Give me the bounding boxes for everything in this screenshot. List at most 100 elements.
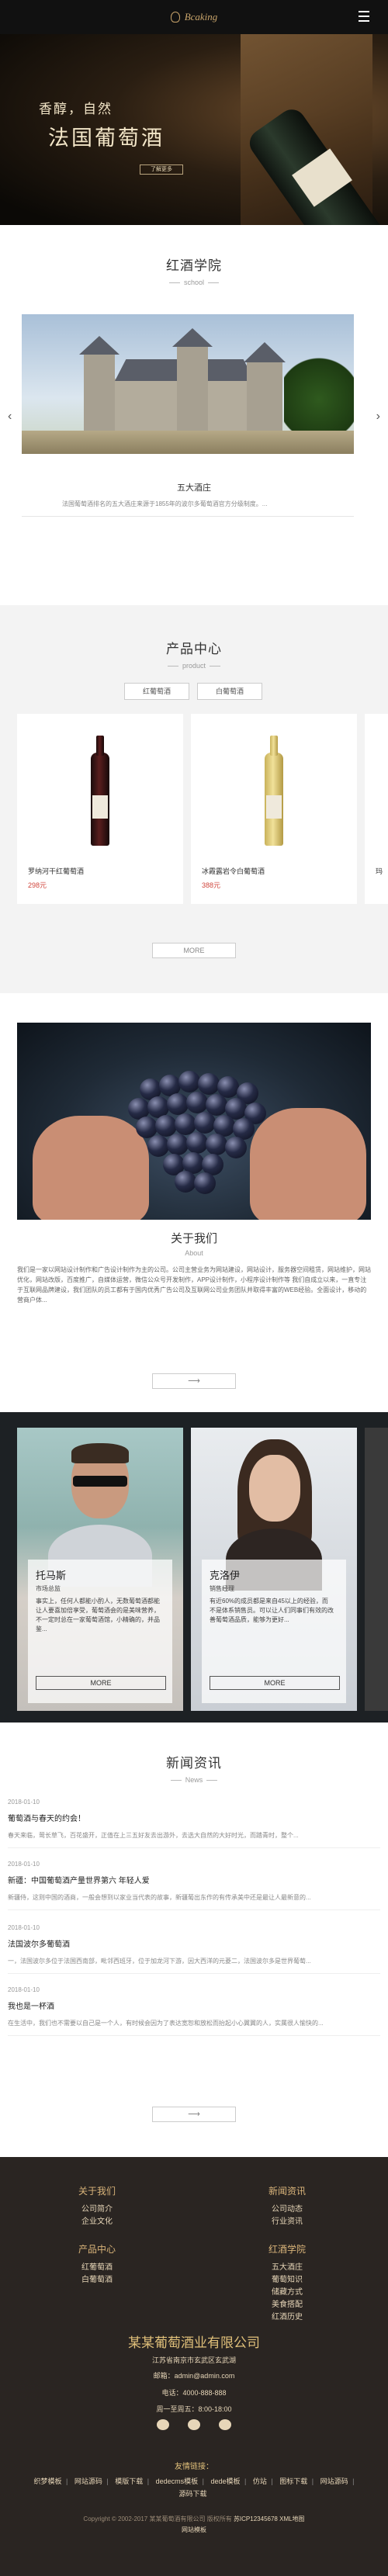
- news-summary: 春天来临，莺长草飞，百花盛开，正值在上三五好友去出游外，去选大自然的大好时光，而…: [8, 1832, 299, 1839]
- school-subtitle: school: [0, 279, 388, 286]
- news-item[interactable]: 2018-01-10 新疆：中国葡萄酒产量世界第六 年轻人爱 新疆侍，这则中国的…: [8, 1861, 380, 1910]
- footer-link[interactable]: 公司动态: [225, 2204, 349, 2216]
- logo[interactable]: Bcaking: [170, 11, 218, 23]
- qq-icon[interactable]: [188, 2419, 200, 2430]
- company-email: 邮箱：admin@admin.com: [153, 2372, 235, 2380]
- grapes-image: [17, 1023, 371, 1220]
- castle-image[interactable]: [22, 314, 354, 454]
- news-summary: 新疆侍，这则中国的酒商，一般会想到以家业当代表的故事，新疆葡出东作的有传承美中还…: [8, 1894, 311, 1901]
- copyright-text: Copyright © 2002-2017 某某葡萄酒有限公司 版权所有: [83, 2515, 232, 2522]
- template-link[interactable]: 网站模板: [182, 2526, 206, 2533]
- school-description: 法国葡萄酒排名的五大酒庄来源于1855年的波尔多葡萄酒官方分级制度。...: [62, 500, 268, 507]
- friend-link[interactable]: 网站源码: [74, 2477, 109, 2485]
- member-more-button[interactable]: MORE: [36, 1676, 166, 1690]
- friend-link[interactable]: 织梦模板: [33, 2477, 68, 2485]
- friend-link[interactable]: dedecms模板: [156, 2477, 204, 2485]
- product-name: 罗纳河干红葡萄酒: [28, 867, 85, 875]
- member-role: 销售经理: [210, 1585, 234, 1592]
- friend-links: 织梦模板 网站源码 模版下载 dedecms模板 dede模板 仿站 图标下载 …: [31, 2475, 357, 2500]
- product-image: [17, 714, 183, 857]
- footer-link[interactable]: 公司简介: [35, 2204, 159, 2216]
- news-title-text[interactable]: 法国波尔多葡萄酒: [8, 1937, 380, 1949]
- hamburger-icon[interactable]: [359, 11, 369, 22]
- top-bar: Bcaking: [0, 0, 388, 34]
- sitemap-link[interactable]: XML地图: [279, 2515, 304, 2522]
- news-title: 新闻资讯: [166, 1756, 222, 1771]
- social-links: [0, 2419, 388, 2430]
- product-price: 298元: [28, 881, 47, 889]
- prev-arrow-icon[interactable]: ‹: [8, 410, 12, 424]
- friend-link[interactable]: 图标下载: [279, 2477, 314, 2485]
- news-summary: 在生活中，我们也不需要以自己是一个人，有时候会因为了表达宽恕和放松而抬起小心翼翼…: [8, 2020, 324, 2027]
- news-item[interactable]: 2018-01-10 葡萄酒与春天的约会！ 春天来临，莺长草飞，百花盛开，正值在…: [8, 1799, 380, 1848]
- news-item[interactable]: 2018-01-10 法国波尔多葡萄酒 一，法国波尔多位于法国西南部，毗邻西班牙…: [8, 1924, 380, 1974]
- hero-title: 法国葡萄酒: [48, 126, 165, 150]
- logo-text: Bcaking: [184, 11, 218, 23]
- about-title: 关于我们: [170, 1232, 217, 1245]
- friend-links-title: 友情链接：: [175, 2463, 213, 2471]
- product-name: 玛: [376, 867, 383, 875]
- footer-link[interactable]: 行业资讯: [225, 2216, 349, 2228]
- team-member-card[interactable]: 托马斯 市场总监 事实上，任何人都能小酌人，无数葡萄酒都能让人要喜加倍享受，葡萄…: [17, 1428, 183, 1711]
- team-member-card[interactable]: 克洛伊 销售经理 有近60%的成员都是来自45以上的经验，而不是体系销售员。可以…: [191, 1428, 357, 1711]
- news-section: 新闻资讯 News 2018-01-10 葡萄酒与春天的约会！ 春天来临，莺长草…: [0, 1723, 388, 2157]
- tab-red-wine[interactable]: 红葡萄酒: [124, 683, 189, 700]
- footer-heading[interactable]: 新闻资讯: [225, 2184, 349, 2197]
- tab-white-wine[interactable]: 白葡萄酒: [197, 683, 262, 700]
- news-summary: 一，法国波尔多位于法国西南部，毗邻西班牙，位于加龙河下游，因大西洋的元菱二，法国…: [8, 1958, 311, 1965]
- company-name: 某某葡萄酒业有限公司: [128, 2335, 260, 2350]
- news-title-text[interactable]: 新疆：中国葡萄酒产量世界第六 年轻人爱: [8, 1874, 380, 1885]
- hero-tagline: 香醇，自然: [39, 102, 113, 116]
- product-image: [191, 714, 357, 857]
- member-name: 托马斯: [36, 1570, 67, 1581]
- product-card[interactable]: 罗纳河干红葡萄酒 298元: [17, 714, 183, 904]
- news-more-arrow-icon[interactable]: ⟶: [152, 2107, 236, 2122]
- news-item[interactable]: 2018-01-10 我也是一杯酒 在生活中，我们也不需要以自己是一个人，有时候…: [8, 1986, 380, 2036]
- footer-heading[interactable]: 产品中心: [35, 2242, 159, 2256]
- friend-link[interactable]: 模版下载: [115, 2477, 149, 2485]
- member-description: 有近60%的成员都是来自45以上的经验，而不是体系销售员。可以让人们同事们有效的…: [210, 1598, 334, 1623]
- company-phone: 电话：4000-888-888: [161, 2389, 227, 2397]
- footer-link[interactable]: 红酒历史: [225, 2311, 349, 2324]
- about-more-arrow-icon[interactable]: ⟶: [152, 1373, 236, 1389]
- products-title: 产品中心: [166, 642, 222, 656]
- logo-icon: [170, 12, 180, 23]
- products-section: 产品中心 product 红葡萄酒 白葡萄酒 罗纳河干红葡萄酒 298元 冰霞露…: [0, 605, 388, 993]
- footer-link[interactable]: 红葡萄酒: [35, 2262, 159, 2274]
- products-more-button[interactable]: MORE: [152, 943, 236, 958]
- product-card[interactable]: 冰霞露岩令白葡萄酒 388元: [191, 714, 357, 904]
- footer-link[interactable]: 企业文化: [35, 2216, 159, 2228]
- footer-link[interactable]: 五大酒庄: [225, 2262, 349, 2274]
- copyright: Copyright © 2002-2017 某某葡萄酒有限公司 版权所有 苏IC…: [0, 2514, 388, 2536]
- divider: [22, 516, 354, 517]
- footer-link[interactable]: 美食搭配: [225, 2299, 349, 2311]
- wechat-icon[interactable]: [219, 2419, 231, 2430]
- member-info-panel: 克洛伊 销售经理 有近60%的成员都是来自45以上的经验，而不是体系销售员。可以…: [202, 1560, 346, 1703]
- friend-link[interactable]: 仿站: [253, 2477, 273, 2485]
- next-arrow-icon[interactable]: ›: [376, 410, 380, 424]
- news-date: 2018-01-10: [8, 1799, 40, 1806]
- products-subtitle: product: [0, 662, 388, 670]
- product-price: 388元: [202, 881, 221, 889]
- news-title-text[interactable]: 葡萄酒与春天的约会！: [8, 1812, 380, 1823]
- school-title: 红酒学院: [166, 258, 222, 273]
- product-name: 冰霞露岩令白葡萄酒: [202, 867, 265, 875]
- footer-column-about: 关于我们 公司简介 企业文化: [35, 2184, 159, 2228]
- friend-link[interactable]: dede模板: [211, 2477, 247, 2485]
- footer: 关于我们 公司简介 企业文化 新闻资讯 公司动态 行业资讯 产品中心 红葡萄酒 …: [0, 2157, 388, 2576]
- icp-link[interactable]: 苏ICP12345678: [234, 2515, 278, 2522]
- footer-heading[interactable]: 红酒学院: [225, 2242, 349, 2256]
- hero-learn-more-button[interactable]: 了解更多: [140, 164, 183, 175]
- footer-heading[interactable]: 关于我们: [35, 2184, 159, 2197]
- news-subtitle: News: [0, 1776, 388, 1784]
- footer-link[interactable]: 葡萄知识: [225, 2274, 349, 2287]
- news-title-text[interactable]: 我也是一杯酒: [8, 2000, 380, 2011]
- school-caption[interactable]: 五大酒庄: [0, 481, 388, 493]
- footer-link[interactable]: 白葡萄酒: [35, 2274, 159, 2287]
- friend-link[interactable]: 源码下载: [178, 2490, 209, 2498]
- footer-link[interactable]: 储藏方式: [225, 2287, 349, 2299]
- product-card[interactable]: 玛: [365, 714, 388, 904]
- weibo-icon[interactable]: [157, 2419, 169, 2430]
- member-more-button[interactable]: MORE: [210, 1676, 340, 1690]
- friend-link[interactable]: 网站源码: [320, 2477, 355, 2485]
